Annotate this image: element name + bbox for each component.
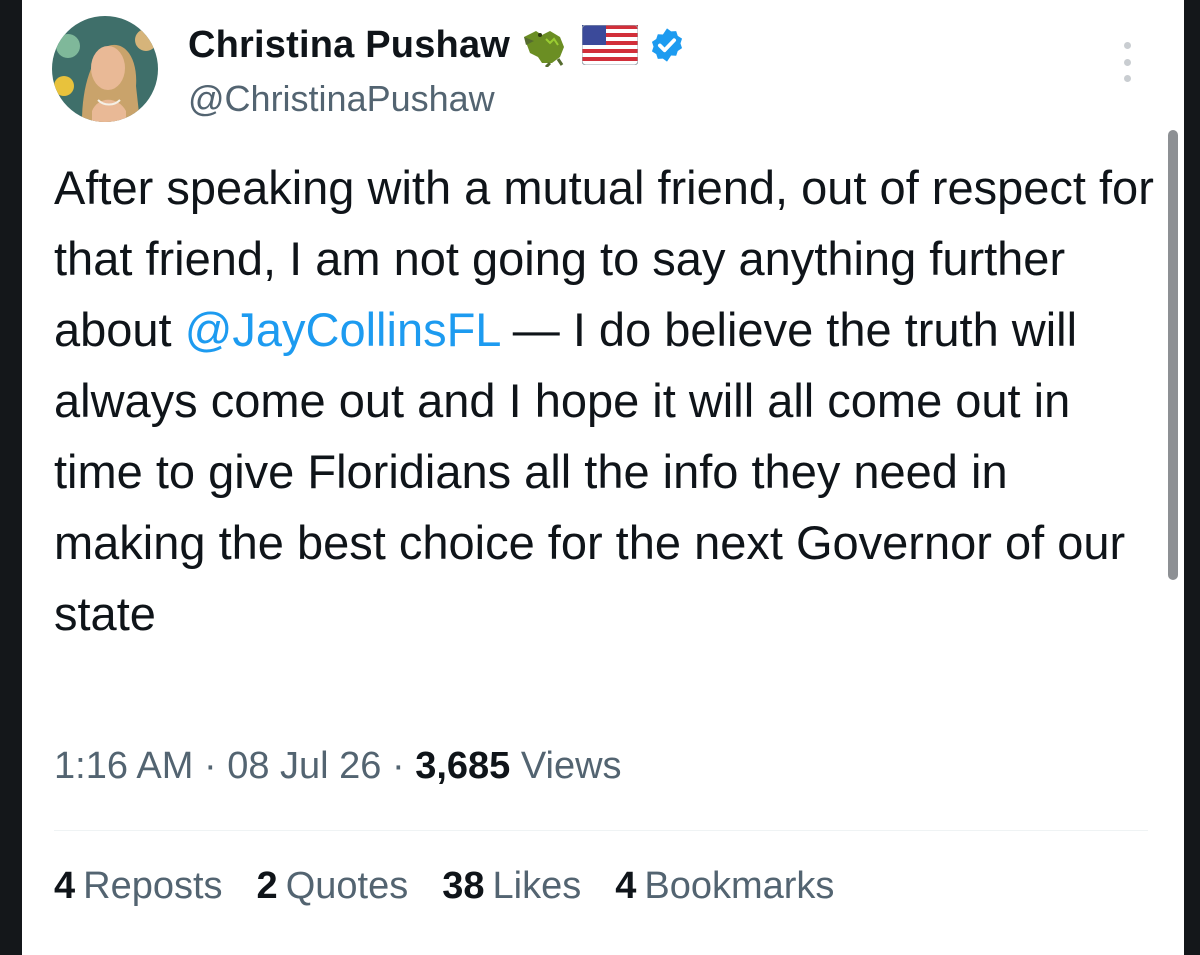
more-options-button[interactable] [1118, 42, 1136, 82]
avatar[interactable] [52, 16, 158, 122]
meta-separator: · [381, 745, 416, 787]
us-flag-emoji-icon [582, 25, 639, 65]
stat-label: Reposts [83, 865, 223, 907]
author-handle[interactable]: @ChristinaPushaw [188, 78, 495, 120]
tweet-date[interactable]: 08 Jul 26 [227, 745, 381, 787]
stat-label: Bookmarks [644, 865, 835, 907]
stat-count: 2 [256, 865, 278, 907]
views-count: 3,685 [415, 745, 511, 787]
author-name-row: Christina Pushaw [188, 20, 686, 70]
tweet-meta: 1:16 AM · 08 Jul 26 · 3,685 Views [54, 745, 622, 788]
tweet-card: Christina Pushaw @ChristinaPushaw After … [22, 0, 1184, 955]
crocodile-emoji-icon [520, 23, 572, 67]
stat-count: 4 [54, 865, 76, 907]
more-dot-icon [1123, 58, 1131, 66]
meta-separator: · [193, 745, 228, 787]
more-dot-icon [1123, 42, 1131, 49]
stat-count: 4 [615, 865, 637, 907]
verified-badge-icon[interactable] [648, 26, 686, 64]
scrollbar[interactable] [1168, 130, 1178, 580]
engagement-stats: 4 Reposts 2 Quotes 38 Likes 4 Bookmarks [54, 865, 834, 908]
views-label: Views [520, 745, 622, 787]
author-display-name[interactable]: Christina Pushaw [188, 24, 510, 67]
likes-stat[interactable]: 38 Likes [442, 865, 581, 908]
bookmarks-stat[interactable]: 4 Bookmarks [615, 865, 834, 908]
stat-label: Quotes [285, 865, 409, 907]
quotes-stat[interactable]: 2 Quotes [257, 865, 409, 908]
stat-count: 38 [442, 865, 485, 907]
divider [54, 830, 1148, 831]
tweet-time[interactable]: 1:16 AM [54, 745, 193, 787]
reposts-stat[interactable]: 4 Reposts [54, 865, 223, 908]
stat-label: Likes [492, 865, 582, 907]
tweet-text: After speaking with a mutual friend, out… [54, 152, 1154, 649]
mention-link[interactable]: @JayCollinsFL [185, 303, 500, 356]
more-dot-icon [1123, 75, 1131, 82]
